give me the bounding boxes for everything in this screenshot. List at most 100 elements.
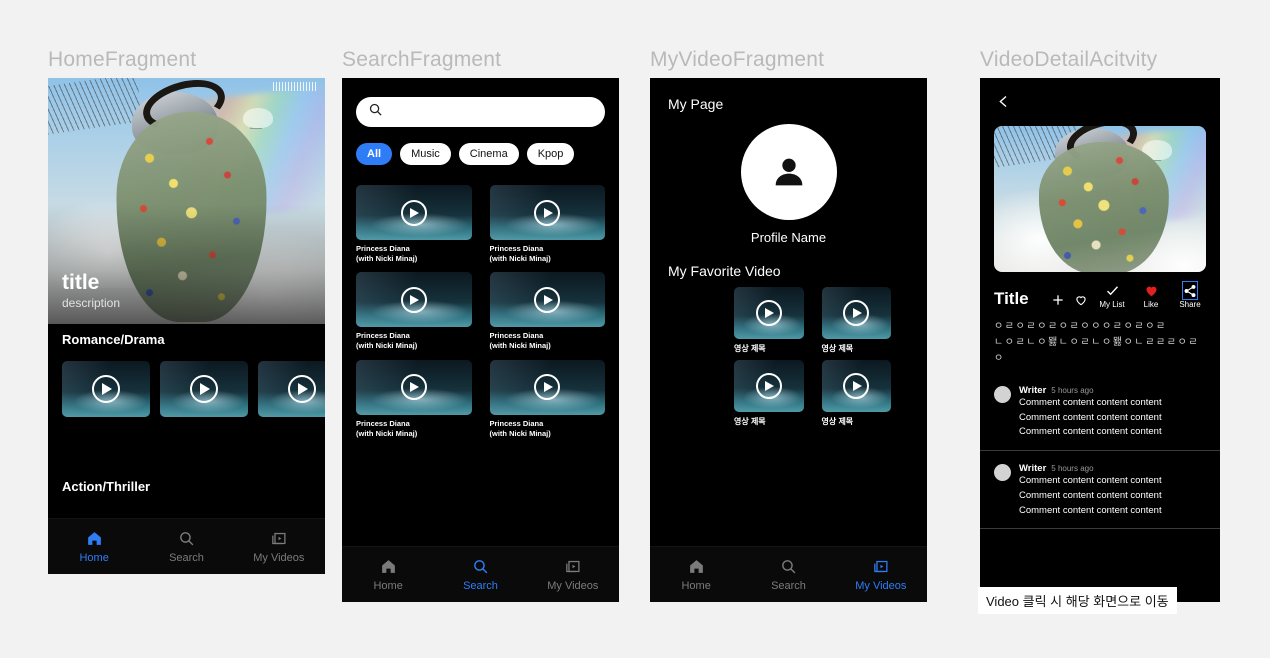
search-text-field[interactable] [389, 106, 593, 118]
panel-label-search: SearchFragment [342, 48, 502, 71]
play-icon [400, 286, 427, 313]
favorite-item[interactable]: 영상 제목 [734, 287, 804, 354]
mockup-board: HomeFragment title description Romance/D… [0, 0, 1270, 658]
video-thumbnail[interactable] [356, 359, 472, 415]
back-button[interactable] [980, 78, 1220, 116]
plus-icon [1051, 291, 1065, 308]
search-input[interactable] [356, 97, 605, 127]
avatar [994, 464, 1011, 482]
video-thumbnail[interactable] [489, 272, 605, 328]
nav-item-my-videos[interactable]: My Videos [233, 519, 325, 574]
play-icon [755, 373, 782, 399]
my-videos-icon [270, 530, 287, 547]
jellyfish-shape [243, 108, 273, 128]
flower-bouquet [1038, 142, 1169, 272]
chip-cinema[interactable]: Cinema [458, 143, 519, 165]
video-card[interactable] [160, 361, 248, 417]
play-icon [400, 199, 427, 226]
search-result-item[interactable]: Princess Diana (with Nicki Minaj) [356, 272, 472, 351]
video-thumbnail[interactable] [489, 359, 605, 415]
favorite-item[interactable]: 영상 제목 [821, 287, 891, 354]
heart-outline-icon [1074, 291, 1088, 308]
nav-item-search[interactable]: Search [140, 519, 232, 574]
video-thumbnail[interactable] [821, 287, 891, 339]
comment-header: Writer 5 hours ago [1019, 385, 1162, 396]
favorite-button[interactable] [1073, 291, 1089, 309]
nav-item-my-videos[interactable]: My Videos [527, 547, 619, 602]
comment-writer: Writer [1019, 463, 1047, 475]
video-card[interactable] [62, 361, 150, 417]
favorite-title: 영상 제목 [821, 417, 854, 426]
avatar[interactable] [740, 124, 837, 220]
profile-name: Profile Name [750, 230, 827, 245]
video-card[interactable] [258, 361, 325, 417]
search-icon [368, 102, 383, 122]
play-icon [534, 286, 561, 313]
detail-title: Title [994, 289, 1029, 308]
hero-text-block: title description [62, 271, 121, 310]
video-thumbnail[interactable] [821, 360, 891, 412]
comment-writer: Writer [1019, 385, 1047, 396]
nav-label-home: Home [681, 579, 711, 592]
result-title-line1: Princess Diana [356, 331, 410, 341]
share-button[interactable]: Share [1174, 281, 1206, 309]
like-button[interactable]: Like [1135, 282, 1167, 309]
panel-search-fragment: SearchFragment All Music Cinema Kpop Pri… [342, 48, 619, 602]
result-caption: Princess Diana (with Nicki Minaj) [490, 419, 606, 439]
my-list-label: My List [1099, 300, 1125, 309]
nav-item-search[interactable]: Search [742, 547, 834, 602]
video-thumbnail[interactable] [356, 185, 472, 240]
comment-line: Comment content content content [1019, 411, 1162, 423]
chip-kpop[interactable]: Kpop [526, 143, 575, 165]
search-result-item[interactable]: Princess Diana (with Nicki Minaj) [489, 272, 605, 351]
panel-label-home: HomeFragment [48, 48, 197, 71]
search-result-item[interactable]: Princess Diana (with Nicki Minaj) [489, 359, 606, 439]
bottom-navigation: Home Search My Videos [342, 546, 619, 602]
home-screen: title description Romance/Drama Action/T… [48, 78, 325, 574]
nav-item-search[interactable]: Search [434, 547, 526, 602]
video-thumbnail[interactable] [734, 287, 804, 339]
hero-banner[interactable]: title description [48, 78, 325, 324]
favorite-item[interactable]: 영상 제목 [734, 360, 804, 427]
panel-label-my-video: MyVideoFragment [650, 48, 825, 71]
row-romance-drama [48, 347, 325, 417]
my-list-button[interactable]: My List [1096, 282, 1128, 309]
search-result-item[interactable]: Princess Diana (with Nicki Minaj) [489, 185, 605, 264]
result-caption: Princess Diana (with Nicki Minaj) [356, 244, 472, 264]
chip-music[interactable]: Music [400, 143, 451, 165]
section-title-romance: Romance/Drama [62, 332, 165, 347]
add-button[interactable] [1050, 291, 1066, 309]
play-icon [92, 375, 120, 403]
video-thumbnail[interactable] [356, 272, 472, 328]
panel-home-fragment: HomeFragment title description Romance/D… [48, 48, 325, 574]
home-icon [380, 558, 397, 575]
my-videos-icon [564, 558, 581, 575]
bottom-navigation: Home Search My Videos [650, 546, 927, 602]
favorite-title: 영상 제목 [734, 417, 766, 426]
comment-line: Comment content content content [1019, 504, 1162, 516]
video-thumbnail[interactable] [734, 360, 804, 412]
result-title-line2: (with Nicki Minaj) [356, 254, 418, 264]
nav-item-home[interactable]: Home [650, 547, 742, 602]
comment-line: Comment content content content [1019, 426, 1162, 438]
result-title-line2: (with Nicki Minaj) [489, 341, 551, 351]
comment-timestamp: 5 hours ago [1051, 386, 1094, 395]
search-result-item[interactable]: Princess Diana (with Nicki Minaj) [356, 185, 472, 264]
hero-description: description [62, 296, 121, 310]
nav-label-home: Home [79, 551, 109, 564]
chip-all[interactable]: All [356, 143, 393, 165]
play-icon [288, 375, 316, 403]
wisp-strands [48, 78, 143, 135]
nav-item-my-videos[interactable]: My Videos [835, 547, 927, 602]
my-video-screen: My Page Profile Name My Favorite Video 영… [650, 78, 927, 602]
video-thumbnail[interactable] [489, 185, 605, 240]
video-player-preview[interactable] [994, 126, 1206, 272]
home-icon [688, 558, 705, 575]
share-label: Share [1179, 300, 1201, 309]
nav-label-search: Search [463, 579, 498, 592]
nav-item-home[interactable]: Home [48, 519, 140, 574]
favorite-item[interactable]: 영상 제목 [821, 360, 891, 427]
nav-item-home[interactable]: Home [342, 547, 434, 602]
nav-label-search: Search [169, 551, 204, 564]
search-result-item[interactable]: Princess Diana (with Nicki Minaj) [356, 359, 472, 439]
